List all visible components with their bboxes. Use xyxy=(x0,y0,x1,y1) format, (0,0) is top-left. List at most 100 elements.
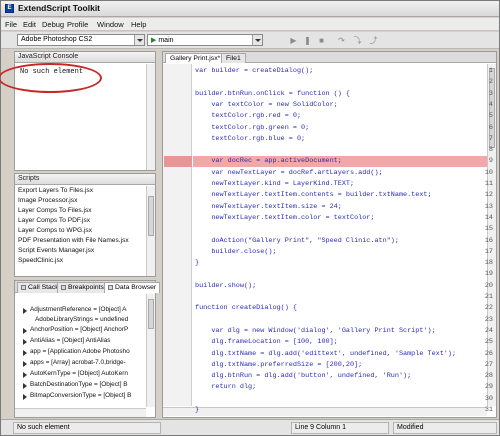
data-item[interactable]: AutoKernType = [Object] AutoKern xyxy=(30,370,128,377)
debug-tabs: Call Stack Breakpoints Data Browser xyxy=(15,281,161,293)
line-number: 18 xyxy=(484,259,493,268)
code-line[interactable]: builder.show(); xyxy=(195,281,256,292)
data-browser-hscrollbar[interactable] xyxy=(15,408,146,417)
code-line[interactable]: newTextLayer.textItem.contents = builder… xyxy=(195,190,431,201)
code-line[interactable]: textColor.rgb.green = 0; xyxy=(195,123,309,134)
tab-breakpoints[interactable]: Breakpoints xyxy=(57,282,108,293)
expand-arrow-icon[interactable] xyxy=(23,308,27,314)
target-app-select[interactable]: Adobe Photoshop CS2 xyxy=(17,34,145,46)
breakpoints-icon xyxy=(61,284,66,290)
code-line[interactable]: textColor.rgb.red = 0; xyxy=(195,111,301,122)
line-number: 23 xyxy=(484,315,493,324)
data-browser-scrollbar[interactable] xyxy=(146,294,155,407)
chevron-down-icon[interactable] xyxy=(252,35,262,45)
line-number: 22 xyxy=(484,304,493,313)
data-item[interactable]: AnchorPosition = [Object] AnchorP xyxy=(30,326,128,333)
code-line[interactable]: doAction("Gallery Print", "Speed Clinic.… xyxy=(195,236,399,247)
script-item[interactable]: PDF Presentation with File Names.jsx xyxy=(18,237,129,244)
console-title: JavaScript Console xyxy=(18,53,79,60)
engine-select[interactable]: ▶ main xyxy=(147,34,263,46)
tab-call-stack[interactable]: Call Stack xyxy=(17,282,63,293)
code-line[interactable]: dlg.btnRun = dlg.add('button', undefined… xyxy=(195,371,411,382)
data-item[interactable]: AdobeLibraryStrings = undefined xyxy=(35,316,128,323)
code-line[interactable]: dlg.txtName = dlg.add('edittext', undefi… xyxy=(195,349,456,360)
expand-arrow-icon[interactable] xyxy=(23,383,27,389)
code-line[interactable]: dlg.frameLocation = [100, 100]; xyxy=(195,337,337,348)
code-line[interactable]: var docRec = app.activeDocument; xyxy=(195,156,342,167)
code-line[interactable]: dlg.txtName.preferredSize = [200,20]; xyxy=(195,360,362,371)
tab-data-browser[interactable]: Data Browser xyxy=(104,282,161,293)
script-item[interactable]: Layer Comps To PDF.jsx xyxy=(18,217,90,224)
menu-file[interactable]: File xyxy=(5,20,17,29)
tab-gallery-print[interactable]: Gallery Print.jsx* xyxy=(165,53,226,63)
app-icon: E xyxy=(5,4,14,13)
step-over-icon[interactable]: ↷ xyxy=(337,36,346,45)
code-line[interactable]: var newTextLayer = docRef.artLayers.add(… xyxy=(195,168,382,179)
expand-arrow-icon[interactable] xyxy=(23,394,27,400)
status-bar: No such element Line 9 Column 1 Modified xyxy=(1,419,499,435)
script-item[interactable]: SpeedClinic.jsx xyxy=(18,257,63,264)
data-item[interactable]: BatchDestinationType = [Object] B xyxy=(30,381,128,388)
console-scrollbar[interactable] xyxy=(146,64,155,170)
annotation-oval xyxy=(0,63,102,93)
data-scroll-thumb[interactable] xyxy=(148,299,154,329)
menu-window[interactable]: Window xyxy=(97,20,124,29)
code-line[interactable]: } xyxy=(195,405,199,416)
script-item[interactable]: Image Processor.jsx xyxy=(18,197,77,204)
editor-hscrollbar[interactable] xyxy=(163,407,487,416)
code-line[interactable]: return dlg; xyxy=(195,382,256,393)
chevron-down-icon[interactable] xyxy=(134,35,144,45)
line-number: 4 xyxy=(488,100,493,109)
line-number: 10 xyxy=(484,168,493,177)
menu-debug[interactable]: Debug xyxy=(42,20,64,29)
code-line[interactable]: builder.btnRun.onClick = function () { xyxy=(195,89,350,100)
code-line[interactable]: textColor.rgb.blue = 0; xyxy=(195,134,305,145)
data-item[interactable]: apps = [Array] acrobat-7.0,bridge- xyxy=(30,359,126,366)
status-state: Modified xyxy=(393,422,497,434)
menu-profile[interactable]: Profile xyxy=(67,20,88,29)
call-stack-icon xyxy=(21,284,26,290)
expand-arrow-icon[interactable] xyxy=(23,372,27,378)
scripts-scroll-thumb[interactable] xyxy=(148,196,154,236)
line-number: 28 xyxy=(484,372,493,381)
step-into-icon[interactable]: ⤵ xyxy=(353,36,362,45)
menu-help[interactable]: Help xyxy=(131,20,146,29)
code-line[interactable]: var builder = createDialog(); xyxy=(195,66,313,77)
editor-tabs: Gallery Print.jsx* File1 xyxy=(163,52,496,63)
expand-arrow-icon[interactable] xyxy=(23,328,27,334)
code-line[interactable]: function createDialog() { xyxy=(195,303,297,314)
tab-file1[interactable]: File1 xyxy=(221,53,246,63)
script-item[interactable]: Layer Comps to WPG.jsx xyxy=(18,227,92,234)
script-item[interactable]: Script Events Manager.jsx xyxy=(18,247,94,254)
data-item[interactable]: BitmapConversionType = [Object] B xyxy=(30,392,131,399)
data-item[interactable]: AntiAlias = [Object] AntiAlias xyxy=(30,337,110,344)
run-icon[interactable]: ▶ xyxy=(289,36,298,45)
menu-edit[interactable]: Edit xyxy=(23,20,36,29)
console-header: JavaScript Console xyxy=(15,52,155,63)
line-number: 30 xyxy=(484,394,493,403)
line-number: 15 xyxy=(484,225,493,234)
pause-icon[interactable]: ❚ xyxy=(303,36,312,45)
expand-arrow-icon[interactable] xyxy=(23,361,27,367)
code-line[interactable]: newTextLayer.kind = LayerKind.TEXT; xyxy=(195,179,354,190)
title-bar: E ExtendScript Toolkit xyxy=(1,1,499,17)
stop-icon[interactable]: ■ xyxy=(317,36,326,45)
code-line[interactable]: newTextLayer.textItem.color = textColor; xyxy=(195,213,374,224)
code-line[interactable]: builder.close(); xyxy=(195,247,276,258)
step-out-icon[interactable]: ⤴ xyxy=(369,36,378,45)
code-line[interactable]: var textColor = new SolidColor; xyxy=(195,100,337,111)
line-number: 25 xyxy=(484,338,493,347)
expand-arrow-icon[interactable] xyxy=(23,339,27,345)
script-item[interactable]: Layer Comps To Files.jsx xyxy=(18,207,92,214)
line-number: 7 xyxy=(488,134,493,143)
code-line[interactable]: var dlg = new Window('dialog', 'Gallery … xyxy=(195,326,435,337)
data-item[interactable]: AdjustmentReference = [Object] A xyxy=(30,306,126,313)
script-item[interactable]: Export Layers To Files.jsx xyxy=(18,187,93,194)
expand-arrow-icon[interactable] xyxy=(23,350,27,356)
code-line[interactable]: } xyxy=(195,258,199,269)
data-item[interactable]: app = [Application Adobe Photosho xyxy=(30,348,130,355)
line-number: 12 xyxy=(484,191,493,200)
code-line[interactable]: newTextLayer.textItem.size = 24; xyxy=(195,202,342,213)
scripts-scrollbar[interactable] xyxy=(146,186,155,276)
line-number: 11 xyxy=(484,180,493,188)
